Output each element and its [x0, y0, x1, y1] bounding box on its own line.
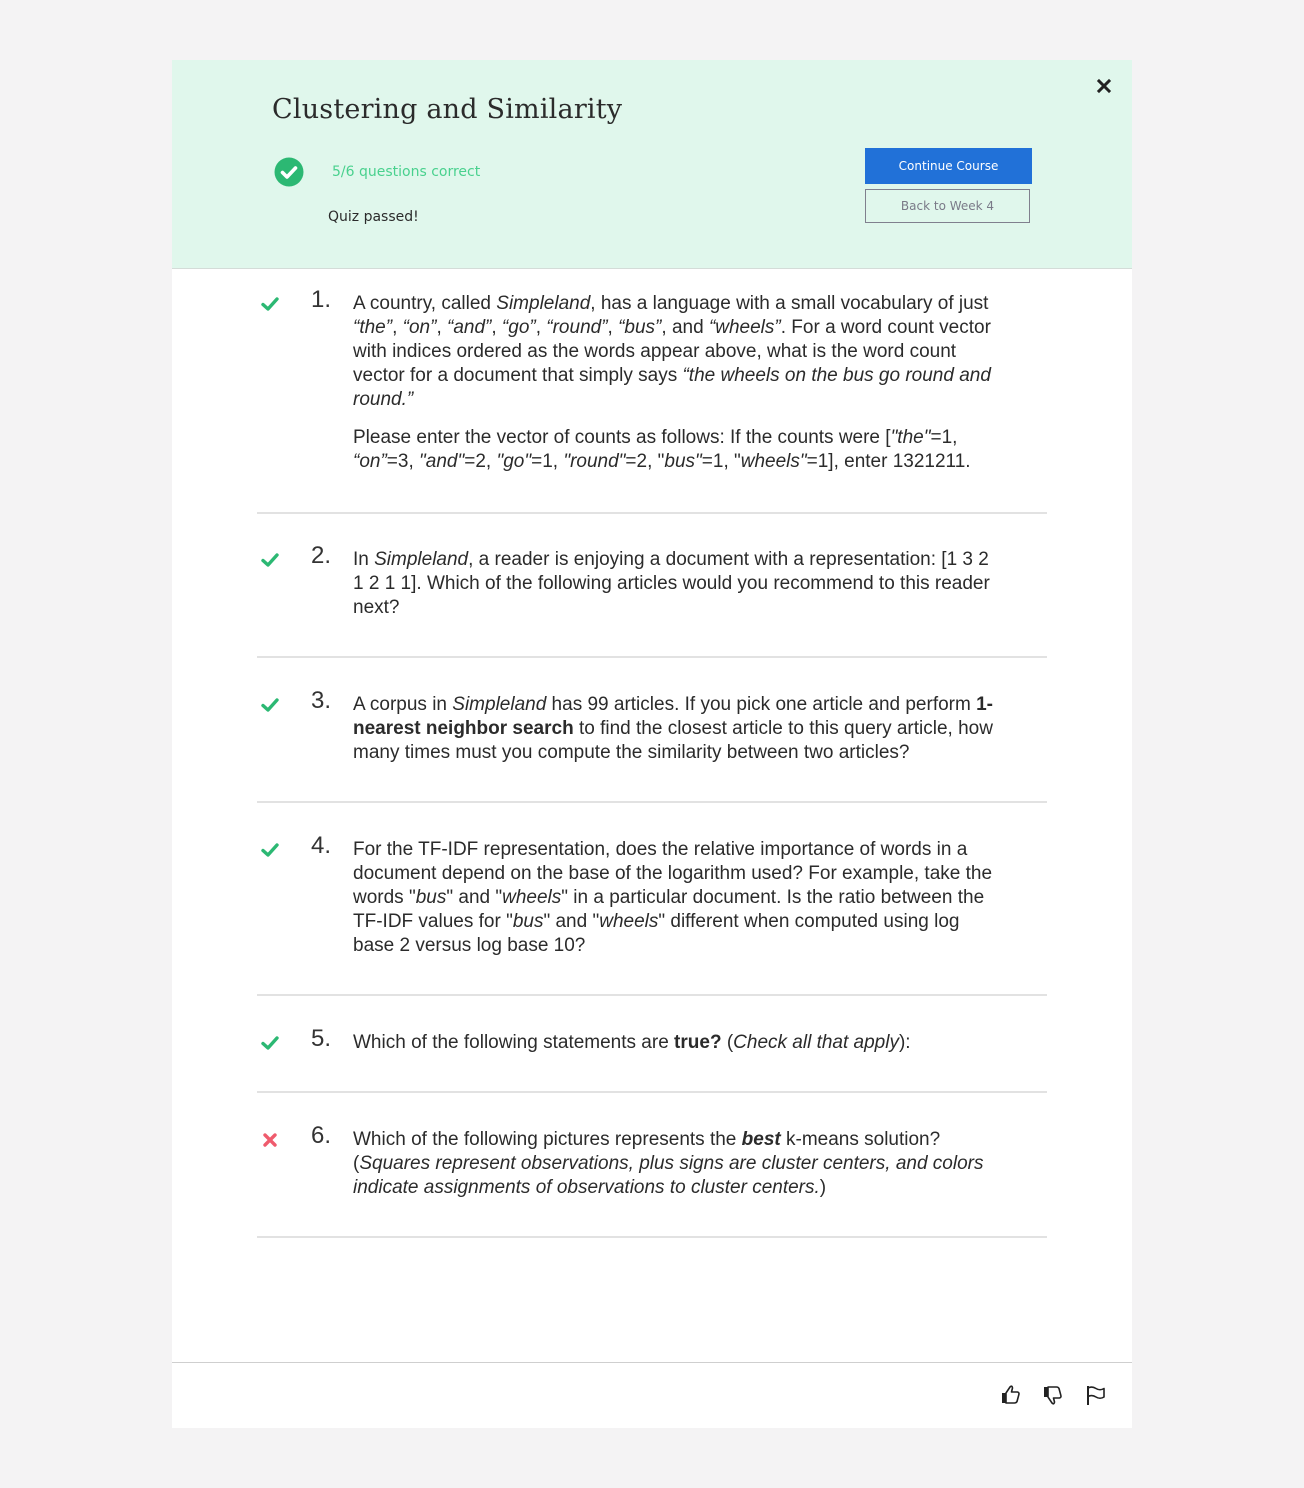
question-number: 2.: [311, 542, 332, 569]
text-segment: ,: [436, 317, 447, 338]
question-number: 6.: [311, 1122, 332, 1149]
text-segment: ,: [535, 317, 547, 338]
quiz-status: Quiz passed!: [328, 209, 419, 225]
text-segment: ): [819, 1177, 827, 1198]
text-segment: =1], enter 1321211.: [806, 451, 971, 472]
text-segment: “bus”: [618, 317, 662, 338]
text-segment: Simpleland: [496, 293, 591, 314]
text-segment: ,: [491, 317, 502, 338]
question-item: 2. In Simpleland, a reader is enjoying a …: [257, 514, 1047, 658]
text-segment: "go": [496, 451, 532, 472]
text-segment: (: [721, 1032, 734, 1053]
text-segment: Check all that apply: [733, 1032, 899, 1053]
text-segment: bus": [664, 451, 702, 472]
text-segment: “round”: [546, 317, 608, 338]
page-title: Clustering and Similarity: [272, 94, 623, 125]
text-segment: , and: [661, 317, 709, 338]
text-segment: bus: [415, 887, 447, 908]
question-list: 1. A country, called Simpleland, has a la…: [257, 269, 1047, 1238]
continue-course-button[interactable]: Continue Course: [865, 148, 1032, 184]
question-text: Which of the following statements are tr…: [353, 1031, 1003, 1055]
text-segment: =1,: [531, 451, 564, 472]
question-text: A country, called Simpleland, has a lang…: [353, 292, 1003, 474]
question-number: 3.: [311, 687, 332, 714]
text-segment: A country, called: [353, 293, 497, 314]
text-segment: "round": [563, 451, 626, 472]
correct-check-icon: [260, 550, 280, 570]
text-segment: “the”: [353, 317, 393, 338]
text-segment: =2, ": [625, 451, 665, 472]
text-segment: “and”: [447, 317, 492, 338]
question-text: Which of the following pictures represen…: [353, 1128, 1003, 1200]
text-segment: "and": [419, 451, 465, 472]
text-segment: “wheels”: [708, 317, 781, 338]
text-segment: true?: [674, 1032, 722, 1053]
flag-icon[interactable]: [1084, 1383, 1108, 1407]
question-paragraph: Please enter the vector of counts as fol…: [353, 426, 1003, 474]
text-segment: , has a language with a small vocabulary…: [590, 293, 989, 314]
text-segment: ,: [392, 317, 403, 338]
text-segment: “on”: [402, 317, 437, 338]
text-segment: best: [741, 1129, 781, 1150]
text-segment: In: [353, 549, 375, 570]
text-segment: wheels: [502, 887, 562, 908]
text-segment: Which of the following statements are: [353, 1032, 675, 1053]
text-segment: Simpleland: [452, 694, 547, 715]
results-header: Clustering and Similarity 5/6 questions …: [172, 60, 1132, 269]
text-segment: A corpus in: [353, 694, 453, 715]
text-segment: "the": [890, 427, 931, 448]
text-segment: =1,: [930, 427, 958, 448]
correct-check-icon: [260, 695, 280, 715]
text-segment: Please enter the vector of counts as fol…: [353, 427, 891, 448]
text-segment: wheels: [599, 911, 659, 932]
back-to-week-button[interactable]: Back to Week 4: [865, 189, 1030, 223]
question-text: A corpus in Simpleland has 99 articles. …: [353, 693, 1003, 765]
question-text: In Simpleland, a reader is enjoying a do…: [353, 548, 1003, 620]
check-circle-icon: [274, 157, 304, 187]
question-number: 1.: [311, 286, 332, 313]
correct-check-icon: [260, 840, 280, 860]
text-segment: “on”: [353, 451, 387, 472]
question-number: 5.: [311, 1025, 332, 1052]
question-item: 6. Which of the following pictures repres…: [257, 1093, 1047, 1238]
text-segment: " and ": [446, 887, 503, 908]
text-segment: “go”: [501, 317, 536, 338]
text-segment: ):: [898, 1032, 911, 1053]
question-item: 3. A corpus in Simpleland has 99 articles…: [257, 658, 1047, 803]
text-segment: =1, ": [701, 451, 741, 472]
text-segment: =3,: [386, 451, 420, 472]
text-segment: ,: [607, 317, 619, 338]
text-segment: =2,: [464, 451, 497, 472]
question-item: 5. Which of the following statements are …: [257, 996, 1047, 1093]
question-paragraph: Which of the following pictures represen…: [353, 1128, 1003, 1200]
correct-check-icon: [260, 1033, 280, 1053]
quiz-results-modal: Clustering and Similarity 5/6 questions …: [172, 60, 1132, 1428]
question-number: 4.: [311, 832, 332, 859]
thumbs-down-icon[interactable]: [1041, 1383, 1065, 1407]
text-segment: Which of the following pictures represen…: [353, 1129, 742, 1150]
thumbs-up-icon[interactable]: [999, 1383, 1023, 1407]
text-segment: has 99 articles. If you pick one article…: [546, 694, 977, 715]
question-item: 1. A country, called Simpleland, has a la…: [257, 269, 1047, 514]
question-paragraph: For the TF-IDF representation, does the …: [353, 838, 1003, 958]
close-icon[interactable]: [1096, 78, 1112, 94]
score-text: 5/6 questions correct: [332, 164, 481, 180]
question-paragraph: Which of the following statements are tr…: [353, 1031, 1003, 1055]
question-text: For the TF-IDF representation, does the …: [353, 838, 1003, 958]
question-paragraph: A corpus in Simpleland has 99 articles. …: [353, 693, 1003, 765]
question-paragraph: In Simpleland, a reader is enjoying a do…: [353, 548, 1003, 620]
text-segment: " and ": [543, 911, 600, 932]
question-paragraph: A country, called Simpleland, has a lang…: [353, 292, 1003, 412]
text-segment: Simpleland: [374, 549, 469, 570]
text-segment: Squares represent observations, plus sig…: [353, 1153, 984, 1198]
text-segment: wheels": [740, 451, 807, 472]
text-segment: bus: [512, 911, 544, 932]
feedback-footer: [172, 1362, 1132, 1429]
incorrect-x-icon: [260, 1130, 280, 1150]
correct-check-icon: [260, 294, 280, 314]
question-item: 4. For the TF-IDF representation, does th…: [257, 803, 1047, 996]
